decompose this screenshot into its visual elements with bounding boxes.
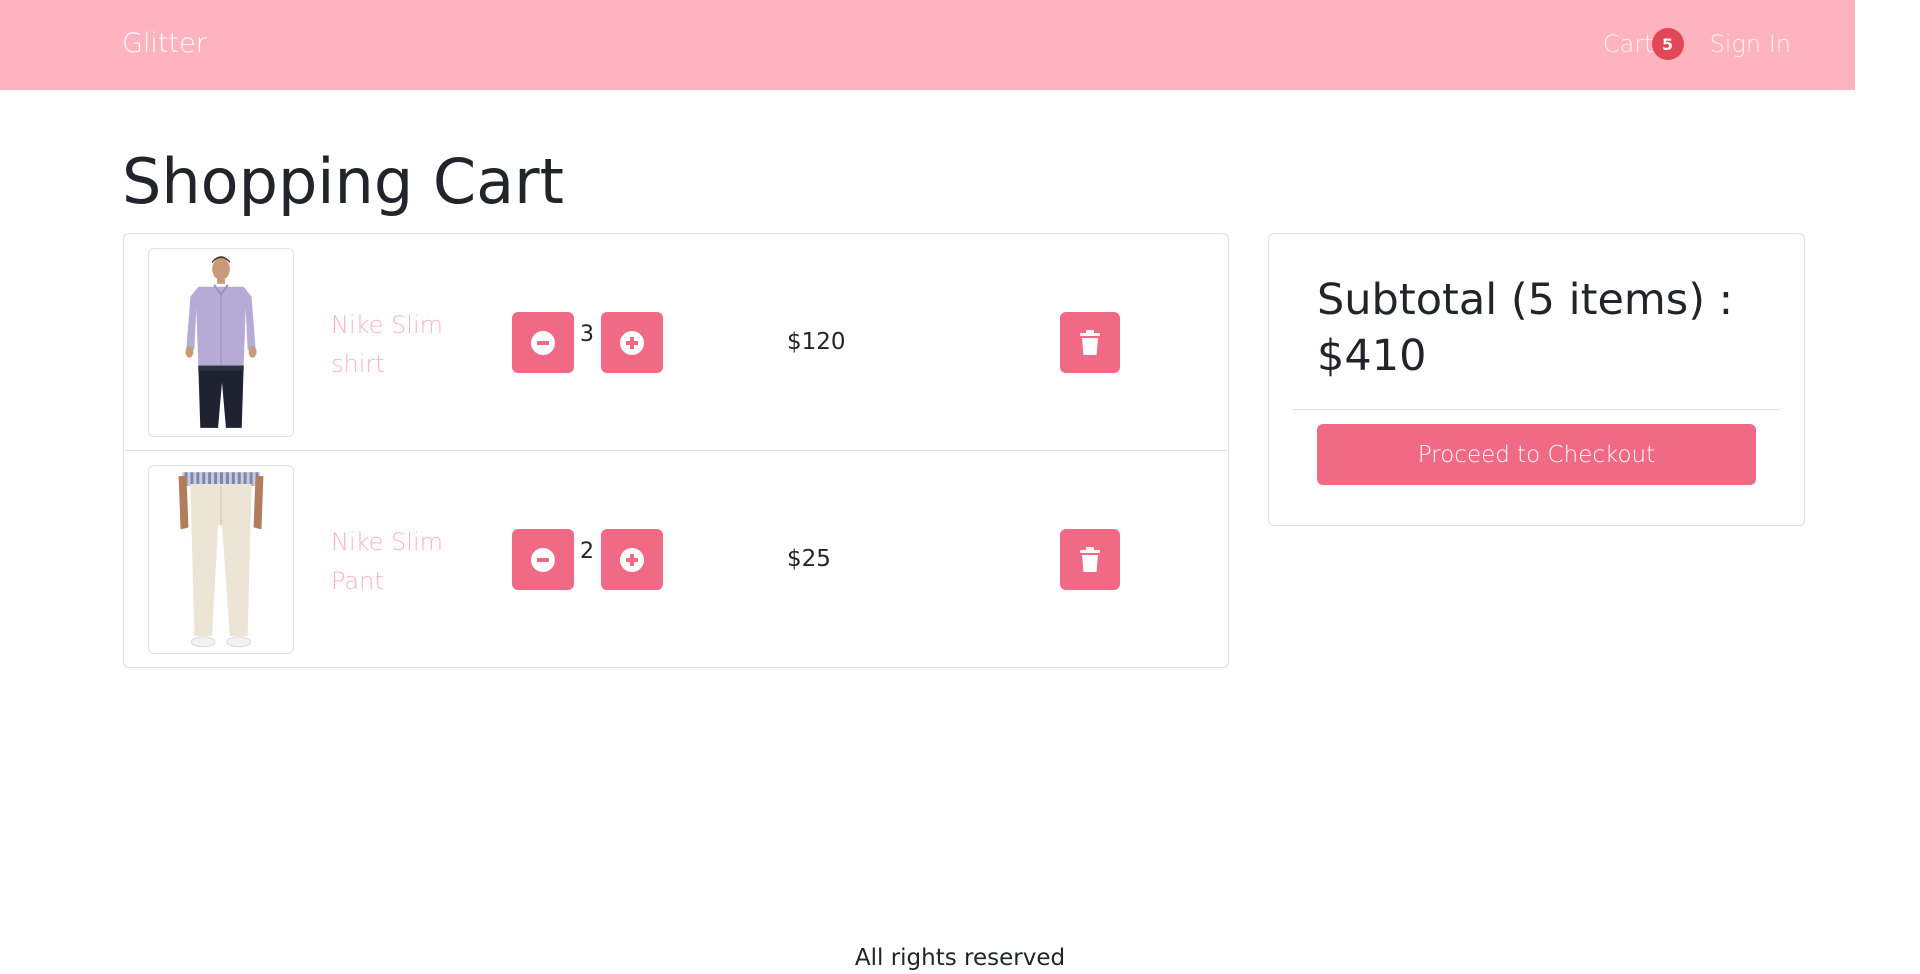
product-thumbnail-shirt[interactable] bbox=[148, 248, 294, 437]
minus-circle-icon bbox=[531, 330, 555, 355]
nav-right: Cart 5 Sign In bbox=[1603, 28, 1791, 60]
decrease-quantity-button[interactable] bbox=[512, 529, 574, 590]
plus-circle-icon bbox=[620, 330, 644, 355]
cart-item: Nike Slim shirt 3 $120 bbox=[124, 234, 1228, 451]
decrease-quantity-button[interactable] bbox=[512, 312, 574, 373]
navbar: Glitter Cart 5 Sign In bbox=[0, 0, 1855, 90]
item-price: $120 bbox=[787, 329, 846, 355]
cart-item-list: Nike Slim shirt 3 $120 Nike Slim Pant 2 … bbox=[123, 233, 1229, 668]
pants-product-photo bbox=[149, 466, 293, 653]
brand-link[interactable]: Glitter bbox=[122, 28, 207, 59]
subtotal-heading: Subtotal (5 items) : $410 bbox=[1317, 275, 1734, 381]
summary-divider bbox=[1293, 409, 1780, 410]
trash-icon bbox=[1080, 546, 1100, 572]
cart-link-label: Cart bbox=[1602, 30, 1654, 58]
proceed-to-checkout-button[interactable]: Proceed to Checkout bbox=[1317, 424, 1756, 485]
item-price: $25 bbox=[787, 546, 831, 572]
increase-quantity-button[interactable] bbox=[601, 529, 663, 590]
footer-text: All rights reserved bbox=[854, 945, 1066, 971]
delete-item-button[interactable] bbox=[1060, 312, 1120, 373]
minus-circle-icon bbox=[531, 547, 555, 572]
cart-count-badge: 5 bbox=[1651, 28, 1684, 60]
order-summary-card: Subtotal (5 items) : $410 Proceed to Che… bbox=[1268, 233, 1805, 526]
increase-quantity-button[interactable] bbox=[601, 312, 663, 373]
sign-in-link[interactable]: Sign In bbox=[1710, 30, 1791, 58]
product-name-link[interactable]: Nike Slim shirt bbox=[331, 306, 461, 384]
plus-circle-icon bbox=[620, 547, 644, 572]
cart-item: Nike Slim Pant 2 $25 bbox=[124, 451, 1228, 668]
quantity-value: 2 bbox=[580, 539, 594, 564]
footer: All rights reserved bbox=[0, 945, 1920, 971]
delete-item-button[interactable] bbox=[1060, 529, 1120, 590]
trash-icon bbox=[1080, 329, 1100, 355]
shirt-product-photo bbox=[149, 249, 293, 436]
product-thumbnail-pant[interactable] bbox=[148, 465, 294, 654]
page-title: Shopping Cart bbox=[122, 145, 564, 218]
cart-link[interactable]: Cart 5 bbox=[1603, 28, 1684, 60]
quantity-value: 3 bbox=[580, 322, 594, 347]
product-name-link[interactable]: Nike Slim Pant bbox=[331, 523, 461, 601]
